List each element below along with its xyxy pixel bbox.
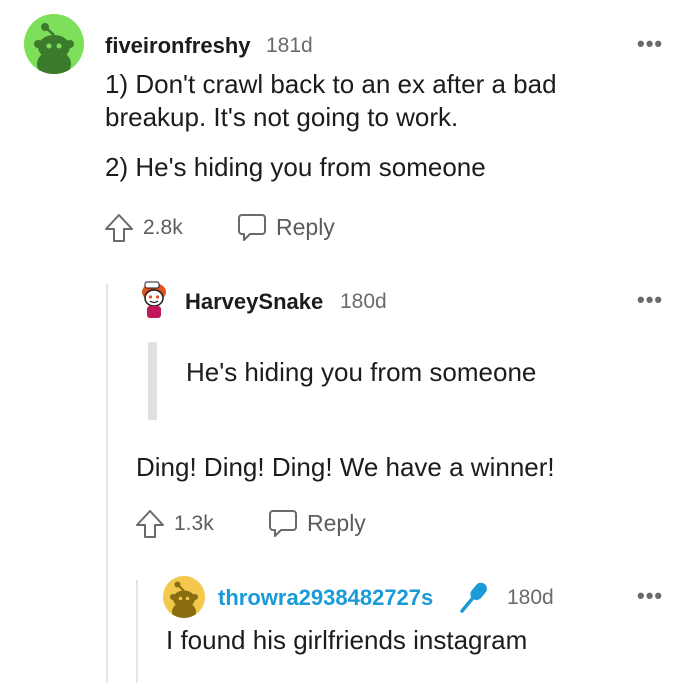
avatar[interactable] [24, 14, 84, 74]
reply-label: Reply [276, 213, 335, 240]
vote-count: 1.3k [174, 512, 214, 535]
reply-bubble-icon [269, 510, 297, 537]
comment-body-line: 2) He's hiding you from someone [105, 152, 486, 182]
comment-timestamp: 180d [340, 290, 387, 313]
comment-author[interactable]: HarveySnake [185, 289, 323, 315]
snoo-avatar-icon [142, 281, 166, 318]
upvote-button[interactable]: 2.8k [103, 212, 183, 244]
comment-author[interactable]: throwra2938482727s [218, 585, 433, 611]
comment-timestamp: 180d [507, 586, 554, 609]
more-options-icon[interactable]: ••• [637, 287, 663, 313]
reply-button[interactable]: Reply [236, 211, 335, 243]
comment-body: I found his girlfriends instagram [166, 625, 528, 655]
quote-bar [148, 342, 157, 420]
quoted-text: He's hiding you from someone [186, 357, 537, 387]
vote-count: 2.8k [143, 216, 183, 239]
reply-button[interactable]: Reply [267, 507, 366, 539]
avatar[interactable] [137, 280, 171, 322]
thread-line[interactable] [136, 580, 138, 683]
comment-body-line: breakup. It's not going to work. [105, 102, 459, 132]
avatar[interactable] [163, 576, 205, 618]
upvote-button[interactable]: 1.3k [134, 508, 214, 540]
reply-bubble-icon [238, 214, 266, 241]
upvote-arrow-icon [105, 214, 133, 242]
snoo-avatar-icon [24, 14, 84, 74]
comment-body: 1) Don't crawl back to an ex after a bad… [105, 68, 557, 134]
reply-label: Reply [307, 509, 366, 536]
more-options-icon[interactable]: ••• [637, 31, 663, 57]
upvote-arrow-icon [136, 510, 164, 538]
snoo-avatar-icon [163, 576, 205, 618]
comment-timestamp: 181d [266, 34, 313, 57]
comment-body: Ding! Ding! Ding! We have a winner! [136, 452, 555, 482]
comment-body-line: 1) Don't crawl back to an ex after a bad [105, 69, 557, 99]
more-options-icon[interactable]: ••• [637, 583, 663, 609]
microphone-op-icon [460, 582, 487, 613]
comment-author[interactable]: fiveironfreshy [105, 33, 251, 59]
thread-line[interactable] [106, 284, 108, 683]
